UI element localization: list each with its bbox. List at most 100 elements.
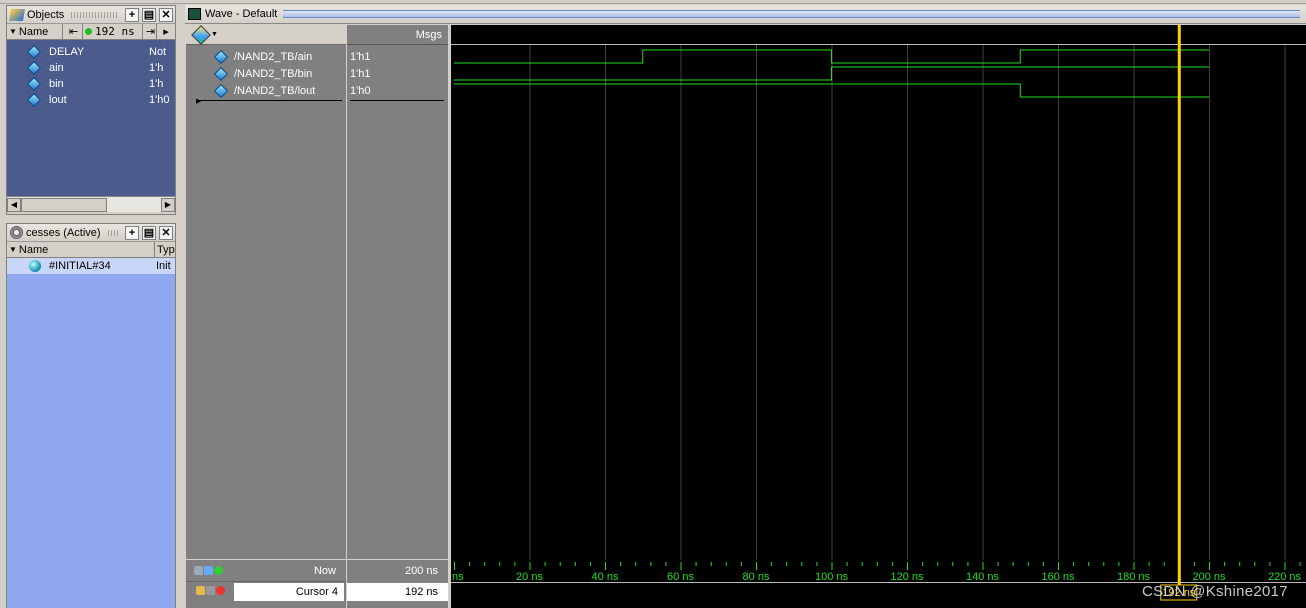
msgs-underline	[350, 100, 444, 101]
signal-trace	[454, 49, 1209, 64]
object-name: DELAY	[49, 46, 85, 58]
insert-marker-arrow: ▶	[196, 98, 202, 105]
objects-list: DELAY Not ain 1'h bin 1'h lout 1'h0	[7, 40, 175, 196]
time-tick-label: 80 ns	[743, 571, 770, 583]
time-tick-label: 220 ns	[1268, 571, 1302, 583]
list-item[interactable]: DELAY Not	[7, 44, 175, 60]
cursor-icons	[196, 586, 226, 598]
list-item[interactable]: #INITIAL#34 Init	[7, 258, 175, 274]
cursor-value-box: 192 ns	[347, 583, 448, 601]
now-cursor-labels: Now Cursor 4	[186, 560, 346, 608]
now-cursor-values: 200 ns 192 ns	[347, 560, 448, 608]
scroll-left-icon[interactable]: ◀	[7, 197, 21, 212]
waveform-display[interactable]	[451, 25, 1306, 560]
object-name: lout	[49, 94, 67, 106]
insert-marker-line	[198, 100, 342, 101]
top-toolbar-strip	[0, 0, 1306, 4]
signal-name: /NAND2_TB/lout	[234, 84, 316, 97]
time-tick-label: 180 ns	[1117, 571, 1151, 583]
time-tick-label: 200 ns	[1192, 571, 1226, 583]
drag-grip[interactable]	[71, 11, 118, 18]
now-label: Now	[313, 565, 336, 577]
type-column-label: Typ	[157, 243, 175, 256]
list-item[interactable]: lout 1'h0	[7, 92, 175, 108]
chevron-down-icon[interactable]: ▼	[211, 31, 218, 38]
processes-list: #INITIAL#34 Init	[7, 258, 175, 608]
process-name: #INITIAL#34	[49, 260, 111, 272]
watermark: CSDN @Kshine2017	[1142, 583, 1288, 600]
cursor-label-box[interactable]: Cursor 4	[234, 583, 344, 601]
time-tick-label: 100 ns	[815, 571, 849, 583]
signal-diamond-icon	[26, 76, 42, 92]
objects-horizontal-scrollbar[interactable]: ◀ ▶	[7, 196, 175, 212]
signal-trace	[454, 66, 1209, 81]
time-tick-label: 20 ns	[516, 571, 543, 583]
wave-title-grip[interactable]	[283, 10, 1300, 18]
signal-names-column: ▼ /NAND2_TB/ain /NAND2_TB/bin /NAND2_TB/…	[186, 24, 346, 559]
add-pane-button[interactable]: +	[125, 225, 139, 240]
names-toolbar: ▼	[186, 24, 346, 45]
time-tick-label: 160 ns	[1041, 571, 1075, 583]
close-button[interactable]: ✕	[159, 7, 173, 22]
time-tick-label: 60 ns	[667, 571, 694, 583]
signal-diamond-icon	[213, 66, 229, 81]
msgs-column: Msgs 1'h1 1'h1 1'h0	[347, 25, 448, 559]
step-forward-icon[interactable]: ⇥	[143, 24, 157, 39]
objects-icon	[8, 8, 26, 21]
drag-grip[interactable]	[107, 229, 118, 236]
monitor-icon[interactable]	[204, 566, 213, 575]
time-tick-label: 140 ns	[966, 571, 1000, 583]
objects-pane-header: Objects + ▤ ✕	[7, 6, 175, 24]
wave-window-icon	[188, 8, 201, 20]
lock-icon[interactable]	[196, 586, 205, 595]
now-icons	[194, 566, 224, 578]
process-type: Init	[156, 260, 171, 272]
signal-diamond-icon	[213, 83, 229, 98]
signal-value: 1'h1	[350, 68, 371, 80]
msgs-header-label: Msgs	[415, 29, 442, 41]
wrench-icon[interactable]	[206, 586, 215, 595]
wave-add-icon[interactable]	[194, 566, 203, 575]
scroll-thumb[interactable]	[21, 197, 107, 212]
time-value: 192 ns	[95, 25, 135, 38]
cursor-label: Cursor 4	[295, 586, 338, 598]
undock-button[interactable]: ▤	[142, 7, 156, 22]
sort-triangle-icon: ▼	[9, 27, 17, 36]
now-value: 200 ns	[404, 565, 438, 577]
pane-splitter[interactable]	[176, 5, 184, 608]
list-item[interactable]: bin 1'h	[7, 76, 175, 92]
remove-cursor-icon[interactable]	[216, 586, 225, 595]
process-ball-icon	[29, 260, 41, 272]
processes-column-header: ▼ Name Typ	[7, 242, 175, 258]
step-back-icon[interactable]: ⇤	[63, 24, 83, 39]
object-name: ain	[49, 62, 64, 74]
signal-value: 1'h0	[350, 85, 371, 97]
expand-right-icon[interactable]: ▸	[157, 24, 173, 39]
scroll-right-icon[interactable]: ▶	[161, 197, 175, 212]
object-value: Not	[149, 46, 167, 58]
name-column-label: Name	[18, 25, 49, 38]
type-column-header[interactable]: Typ	[155, 242, 175, 257]
signal-value: 1'h1	[350, 51, 371, 63]
object-value: 1'h	[149, 78, 164, 90]
signal-diamond-icon	[26, 44, 42, 60]
undock-button[interactable]: ▤	[142, 225, 156, 240]
plus-circle-icon[interactable]	[214, 566, 223, 575]
wave-diamond-menu-icon[interactable]	[191, 24, 211, 45]
close-button[interactable]: ✕	[159, 225, 173, 240]
signal-diamond-icon	[26, 60, 42, 76]
sort-triangle-icon: ▼	[9, 245, 17, 254]
object-value: 1'h	[149, 62, 164, 74]
signal-row[interactable]: /NAND2_TB/bin	[186, 65, 312, 82]
object-name: bin	[49, 78, 64, 90]
signal-row[interactable]: /NAND2_TB/ain	[186, 48, 312, 65]
time-tick-label: 120 ns	[890, 571, 924, 583]
name-column-header[interactable]: ▼ Name	[7, 242, 155, 257]
cursor-row: Cursor 4	[186, 583, 346, 601]
add-pane-button[interactable]: +	[125, 7, 139, 22]
name-column-label: Name	[18, 243, 49, 256]
green-dot-icon	[85, 28, 92, 35]
signal-row[interactable]: /NAND2_TB/lout	[186, 82, 315, 99]
name-column-header[interactable]: ▼ Name	[7, 24, 63, 39]
list-item[interactable]: ain 1'h	[7, 60, 175, 76]
